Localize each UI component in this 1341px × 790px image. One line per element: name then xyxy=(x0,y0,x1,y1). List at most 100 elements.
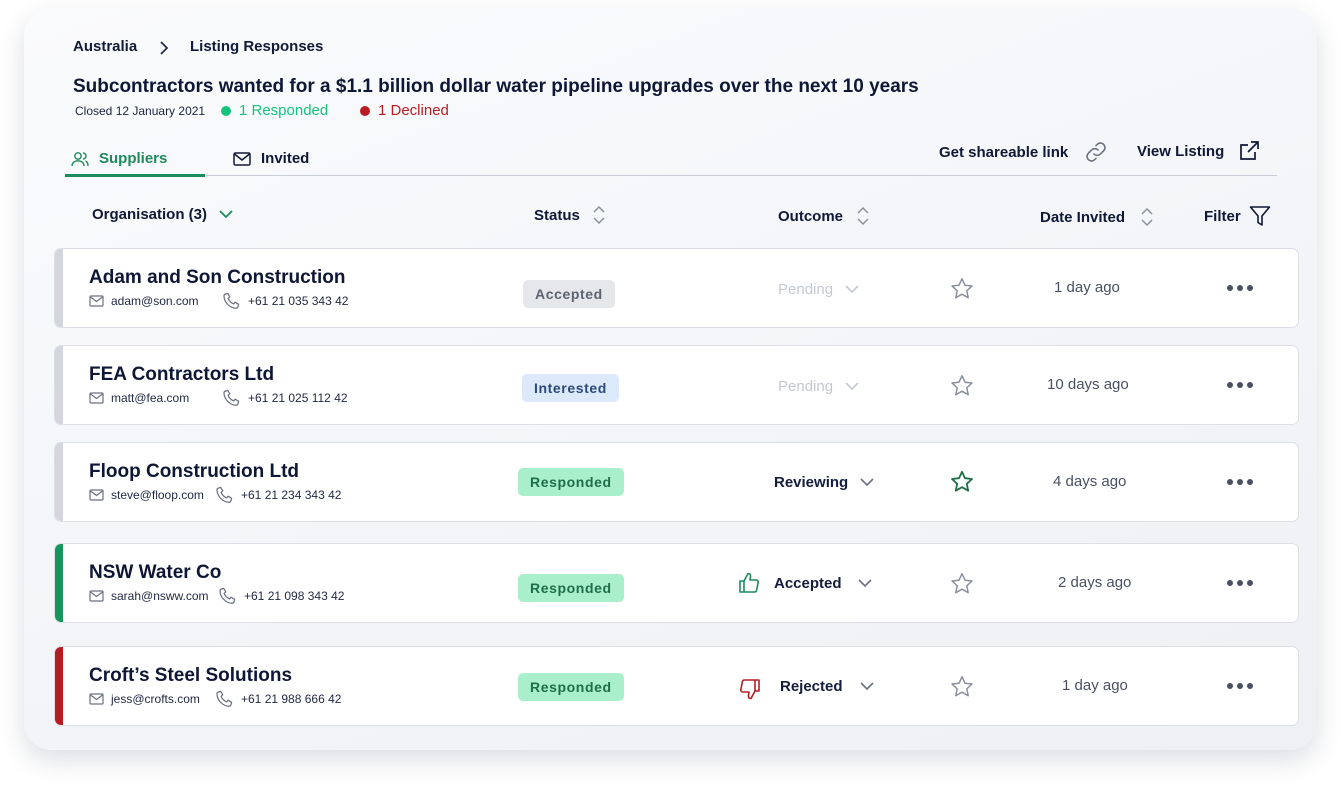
tab-invited[interactable]: Invited xyxy=(233,150,309,167)
responded-count: 1 Responded xyxy=(221,102,328,119)
chevron-down-icon xyxy=(857,579,872,588)
date-invited: 2 days ago xyxy=(1058,574,1132,591)
date-invited: 1 day ago xyxy=(1054,279,1120,296)
tab-suppliers[interactable]: Suppliers xyxy=(71,150,167,167)
star-icon[interactable] xyxy=(950,374,974,397)
declined-count: 1 Declined xyxy=(360,102,449,119)
contact-phone[interactable]: +61 21 035 343 42 xyxy=(222,291,348,310)
contact-email[interactable]: steve@floop.com xyxy=(89,488,204,502)
phone-icon xyxy=(219,587,236,604)
mail-icon xyxy=(89,489,104,501)
date-invited-column-header[interactable]: Date Invited xyxy=(1040,206,1154,228)
table-row[interactable]: Floop Construction Ltd steve@floop.com +… xyxy=(54,442,1299,522)
outcome-label: Accepted xyxy=(774,575,842,592)
thumbs-up-icon xyxy=(739,572,760,593)
contact-phone[interactable]: +61 21 234 343 42 xyxy=(215,485,341,504)
contact-email[interactable]: matt@fea.com xyxy=(89,391,189,405)
mail-icon xyxy=(89,295,104,307)
contact-phone[interactable]: +61 21 988 666 42 xyxy=(215,689,341,708)
thumbs-down-icon xyxy=(739,679,760,700)
outcome-column-header[interactable]: Outcome xyxy=(778,205,870,227)
phone-icon xyxy=(223,389,240,406)
outcome-header-label: Outcome xyxy=(778,207,844,225)
status-column-header[interactable]: Status xyxy=(534,204,606,226)
organisation-name[interactable]: Floop Construction Ltd xyxy=(89,461,299,483)
date-invited: 4 days ago xyxy=(1053,473,1127,490)
row-status-bar xyxy=(55,647,63,725)
status-header-label: Status xyxy=(534,206,580,224)
more-options-icon[interactable] xyxy=(1227,285,1253,291)
phone-text: +61 21 988 666 42 xyxy=(241,691,342,706)
breadcrumb-root[interactable]: Australia xyxy=(73,38,137,55)
active-tab-indicator xyxy=(65,174,205,177)
outcome-label: Reviewing xyxy=(774,474,849,491)
contact-email[interactable]: adam@son.com xyxy=(89,294,199,308)
sort-icon xyxy=(1141,207,1153,227)
star-icon[interactable] xyxy=(950,572,974,595)
phone-text: +61 21 098 343 42 xyxy=(244,588,345,603)
email-text: adam@son.com xyxy=(111,294,199,308)
contact-email[interactable]: jess@crofts.com xyxy=(89,692,200,706)
users-icon xyxy=(71,151,89,166)
more-options-icon[interactable] xyxy=(1227,479,1253,485)
get-shareable-link-button[interactable]: Get shareable link xyxy=(939,140,1108,164)
mail-icon xyxy=(89,693,104,705)
declined-dot xyxy=(360,106,370,116)
more-options-icon[interactable] xyxy=(1227,382,1253,388)
chevron-down-icon xyxy=(860,478,874,487)
phone-text: +61 21 234 343 42 xyxy=(241,487,342,502)
filter-button[interactable]: Filter xyxy=(1204,205,1271,227)
phone-text: +61 21 035 343 42 xyxy=(248,293,349,308)
table-row[interactable]: Croft’s Steel Solutions jess@crofts.com … xyxy=(54,646,1299,726)
get-shareable-link-label: Get shareable link xyxy=(939,143,1069,161)
organisation-name[interactable]: FEA Contractors Ltd xyxy=(89,364,274,386)
contact-email[interactable]: sarah@nsww.com xyxy=(89,589,209,603)
date-invited-header-label: Date Invited xyxy=(1040,208,1126,226)
table-row[interactable]: FEA Contractors Ltd matt@fea.com +61 21 … xyxy=(54,345,1299,425)
mail-icon xyxy=(89,392,104,404)
email-text: steve@floop.com xyxy=(111,488,204,502)
chevron-down-icon xyxy=(845,382,859,391)
star-icon[interactable] xyxy=(950,675,974,698)
organisation-name[interactable]: NSW Water Co xyxy=(89,562,221,584)
more-options-icon[interactable] xyxy=(1227,580,1253,586)
tab-suppliers-label: Suppliers xyxy=(99,150,168,167)
organisation-name[interactable]: Adam and Son Construction xyxy=(89,267,346,289)
row-status-bar xyxy=(55,346,63,424)
outcome-dropdown[interactable]: Reviewing xyxy=(774,474,874,491)
outcome-label: Rejected xyxy=(780,678,843,695)
outcome-dropdown[interactable]: Accepted xyxy=(774,575,872,592)
phone-icon xyxy=(216,486,233,503)
contact-phone[interactable]: +61 21 025 112 42 xyxy=(222,388,348,407)
star-icon[interactable] xyxy=(950,277,974,300)
status-badge: Responded xyxy=(518,673,624,701)
chevron-down-icon xyxy=(845,285,859,294)
date-invited: 10 days ago xyxy=(1047,376,1129,393)
tabs-divider xyxy=(65,175,1277,176)
outcome-dropdown[interactable]: Pending xyxy=(778,378,859,395)
tab-invited-label: Invited xyxy=(261,150,310,167)
date-invited: 1 day ago xyxy=(1062,677,1128,694)
row-status-bar xyxy=(55,544,63,622)
table-row[interactable]: NSW Water Co sarah@nsww.com +61 21 098 3… xyxy=(54,543,1299,623)
view-listing-label: View Listing xyxy=(1137,142,1225,160)
outcome-label: Pending xyxy=(778,378,834,395)
organisation-column-header[interactable]: Organisation (3) xyxy=(92,206,233,223)
starred-icon[interactable] xyxy=(950,470,974,493)
organisation-name[interactable]: Croft’s Steel Solutions xyxy=(89,665,292,687)
sort-icon xyxy=(857,206,869,226)
view-listing-button[interactable]: View Listing xyxy=(1137,140,1260,162)
status-badge: Accepted xyxy=(523,280,615,308)
table-row[interactable]: Adam and Son Construction adam@son.com +… xyxy=(54,248,1299,328)
outcome-dropdown[interactable]: Pending xyxy=(778,281,859,298)
contact-phone[interactable]: +61 21 098 343 42 xyxy=(218,586,344,605)
mail-icon xyxy=(89,590,104,602)
chevron-down-icon xyxy=(859,682,874,691)
outcome-dropdown[interactable]: Rejected xyxy=(780,678,874,695)
sort-icon xyxy=(593,205,605,225)
phone-icon xyxy=(223,292,240,309)
more-options-icon[interactable] xyxy=(1227,683,1253,689)
email-text: sarah@nsww.com xyxy=(111,589,209,603)
email-text: jess@crofts.com xyxy=(111,692,200,706)
chevron-down-icon xyxy=(219,210,233,219)
